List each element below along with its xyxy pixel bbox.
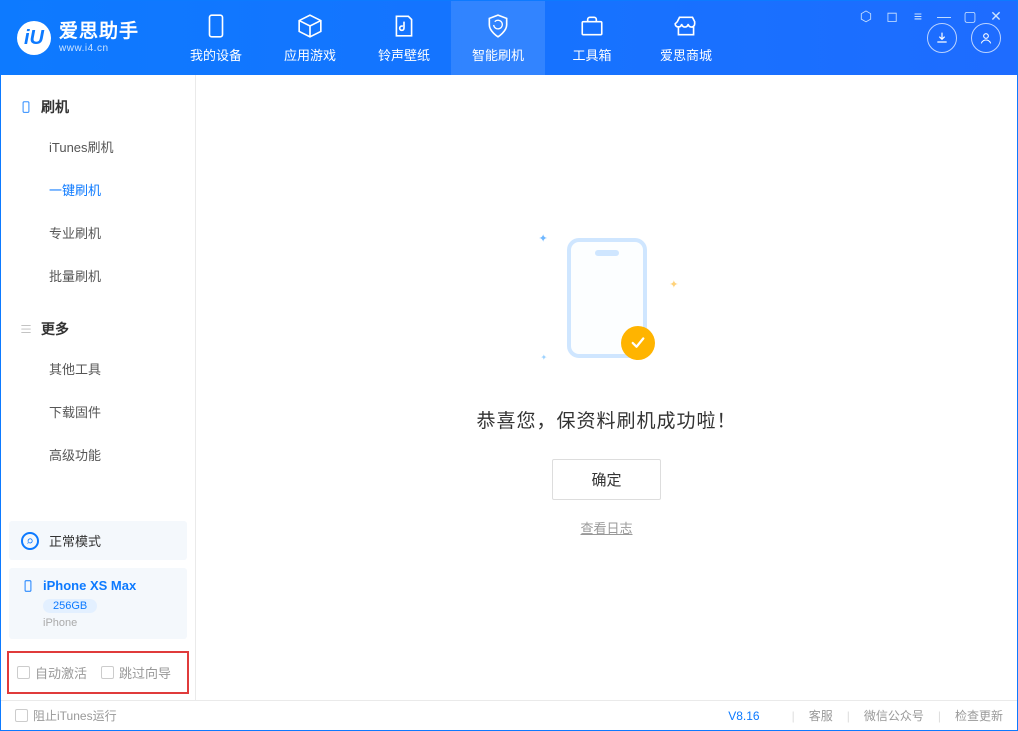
- store-icon: [673, 13, 699, 39]
- sidebar-item-advanced[interactable]: 高级功能: [1, 433, 195, 476]
- skip-guide-checkbox[interactable]: 跳过向导: [101, 663, 171, 682]
- app-subtitle: www.i4.cn: [59, 43, 139, 54]
- nav-tab-smart-flash[interactable]: 智能刷机: [451, 1, 545, 75]
- music-file-icon: [391, 13, 417, 39]
- sidebar-group-flash: 刷机: [1, 89, 195, 125]
- app-title: 爱思助手: [59, 22, 139, 43]
- device-info-box[interactable]: iPhone XS Max 256GB iPhone: [9, 568, 187, 639]
- sidebar-item-batch-flash[interactable]: 批量刷机: [1, 254, 195, 297]
- success-illustration: ✦ ✦ ✦: [567, 238, 647, 358]
- checkbox-icon: [15, 709, 28, 722]
- device-mode-box[interactable]: 正常模式: [9, 521, 187, 560]
- highlighted-options: 自动激活 跳过向导: [7, 651, 189, 694]
- maximize-button[interactable]: ▢: [962, 8, 978, 24]
- mode-icon: [21, 532, 39, 550]
- prevent-itunes-checkbox[interactable]: 阻止iTunes运行: [15, 707, 117, 724]
- download-icon: [934, 30, 950, 46]
- sidebar: 刷机 iTunes刷机 一键刷机 专业刷机 批量刷机 更多 其他工具 下载固件 …: [1, 75, 196, 700]
- device-phone-icon: [21, 579, 35, 593]
- device-storage-badge: 256GB: [43, 599, 97, 613]
- support-link[interactable]: 客服: [809, 707, 833, 724]
- tshirt-icon[interactable]: ⬡: [858, 8, 874, 24]
- sidebar-item-download-firmware[interactable]: 下载固件: [1, 390, 195, 433]
- sidebar-item-itunes-flash[interactable]: iTunes刷机: [1, 125, 195, 168]
- logo-icon: iU: [17, 21, 51, 55]
- nav-tab-apps-games[interactable]: 应用游戏: [263, 1, 357, 75]
- user-icon: [978, 30, 994, 46]
- device-name: iPhone XS Max: [43, 578, 136, 593]
- sidebar-item-one-click-flash[interactable]: 一键刷机: [1, 168, 195, 211]
- device-mode-label: 正常模式: [49, 531, 101, 550]
- device-icon: [19, 100, 33, 114]
- cube-icon: [297, 13, 323, 39]
- check-update-link[interactable]: 检查更新: [955, 707, 1003, 724]
- ok-button[interactable]: 确定: [552, 459, 660, 500]
- sidebar-item-other-tools[interactable]: 其他工具: [1, 347, 195, 390]
- download-manager-button[interactable]: [927, 23, 957, 53]
- nav-tab-store[interactable]: 爱思商城: [639, 1, 733, 75]
- checkbox-icon: [101, 666, 114, 679]
- success-message: 恭喜您，保资料刷机成功啦！: [476, 406, 736, 433]
- list-icon: [19, 322, 33, 336]
- checkbox-icon: [17, 666, 30, 679]
- shield-refresh-icon: [485, 13, 511, 39]
- toolbox-icon: [579, 13, 605, 39]
- nav-tabs: 我的设备 应用游戏 铃声壁纸 智能刷机 工具箱 爱思商城: [169, 1, 733, 75]
- sidebar-item-pro-flash[interactable]: 专业刷机: [1, 211, 195, 254]
- nav-tab-ringtones[interactable]: 铃声壁纸: [357, 1, 451, 75]
- minimize-button[interactable]: —: [936, 8, 952, 24]
- menu-icon[interactable]: ≡: [910, 8, 926, 24]
- auto-activate-checkbox[interactable]: 自动激活: [17, 663, 87, 682]
- app-logo: iU 爱思助手 www.i4.cn: [17, 21, 139, 55]
- phone-icon: [203, 13, 229, 39]
- notifications-icon[interactable]: ◻: [884, 8, 900, 24]
- footer: 阻止iTunes运行 V8.16 | 客服 | 微信公众号 | 检查更新: [1, 700, 1017, 730]
- nav-tab-toolbox[interactable]: 工具箱: [545, 1, 639, 75]
- success-check-icon: [621, 326, 655, 360]
- close-button[interactable]: ✕: [988, 8, 1004, 24]
- version-label: V8.16: [728, 709, 759, 723]
- sidebar-group-more: 更多: [1, 311, 195, 347]
- wechat-link[interactable]: 微信公众号: [864, 707, 924, 724]
- view-log-link[interactable]: 查看日志: [580, 518, 632, 537]
- device-type: iPhone: [43, 617, 175, 629]
- nav-tab-my-device[interactable]: 我的设备: [169, 1, 263, 75]
- account-button[interactable]: [971, 23, 1001, 53]
- main-content: ✦ ✦ ✦ 恭喜您，保资料刷机成功啦！ 确定 查看日志: [196, 75, 1017, 700]
